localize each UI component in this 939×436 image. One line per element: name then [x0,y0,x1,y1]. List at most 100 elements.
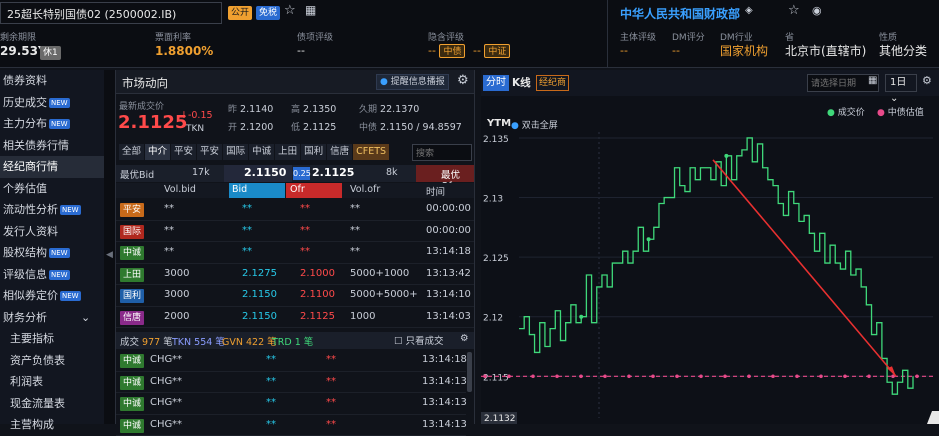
ytm-chart[interactable]: 2.1152.122.1252.132.1352.1132 [481,130,939,424]
sidebar-item[interactable]: 财务分析⌄ [0,307,104,329]
trade-settings-icon[interactable]: ⚙ [460,333,469,344]
low-price: 低 2.1125 [291,120,336,133]
trade-row[interactable]: 中诚CHG******13:14:18 [116,350,466,372]
tab-fenshi[interactable]: 分时 [483,75,509,91]
dm-rating-label: DM评分 [672,30,705,43]
orderbook-row[interactable]: 平安********00:00:00 [116,199,474,221]
chart-panel: 分时 K线 经纪商 ▦ 1日 ⌄ ⚙ YTM ● 双击全屏 ● 成交价 ● 中债… [481,70,939,424]
orderbook-row[interactable]: 信唐20002.11502.1125100013:14:03 [116,307,474,329]
bid-price: ** [242,203,252,214]
sidebar-item[interactable]: 相似券定价NEW [0,285,104,307]
orderbook-row[interactable]: 国利30002.11502.11005000+5000+13:14:10 [116,285,474,307]
sidebar-item-label: 相似券定价 [3,289,58,302]
chevron-down-icon[interactable]: ⌄ [81,311,90,324]
y-tick-label: 2.125 [483,254,509,264]
mid-valuation-point [579,374,583,378]
issuer-star-icon[interactable]: ☆ [788,3,800,18]
broker-tab[interactable]: 中介 [145,144,170,160]
sidebar-item[interactable]: 评级信息NEW [0,264,104,286]
period-select[interactable]: 1日 ⌄ [885,74,917,92]
sidebar-item[interactable]: 个券估值 [0,178,104,200]
sidebar-item[interactable]: 流动性分析NEW [0,199,104,221]
sidebar-item[interactable]: 现金流量表 [0,393,104,415]
bid-price: 2.1275 [242,268,277,279]
sidebar-item[interactable]: 主要指标 [0,328,104,350]
price-side: TKN [186,124,204,134]
new-badge: NEW [49,119,70,129]
issuer-info-icon[interactable]: ◉ [812,4,822,17]
tag-taxfree: 免税 [256,6,280,20]
sidebar-item[interactable]: 发行人资料 [0,221,104,243]
divider [607,0,608,68]
mid-valuation-point [531,374,535,378]
sidebar-item-label: 主要指标 [10,332,54,345]
broker-search-input[interactable] [412,144,472,161]
ofr-price: 2.1000 [300,268,335,279]
alert-button[interactable]: ● 提醒信息播报 [376,74,449,90]
broker-tab[interactable]: 全部 [119,144,144,160]
vol-ofr: ** [350,225,360,236]
legend-trade: ● 成交价 [827,105,865,118]
broker-chip: 国利 [120,289,144,303]
vol-bid: 2000 [164,311,189,322]
trade-time: 13:14:13 [422,419,467,430]
trade-price-point [579,315,583,319]
calendar-icon[interactable]: ▦ [868,75,877,86]
trade-bid: ** [266,397,276,408]
quote-time: 00:00:00 [426,203,471,214]
trade-row[interactable]: 中诚CHG******13:14:13 [116,372,466,394]
trade-ofr: ** [326,419,336,430]
mid-valuation-point [483,374,487,378]
sidebar-item[interactable]: 股权结构NEW [0,242,104,264]
remaining-label: 剩余期限 [0,30,36,43]
tab-broker[interactable]: 经纪商 [536,75,569,91]
broker-tab[interactable]: 上田 [275,144,300,160]
collapse-arrow-icon[interactable]: ◀ [106,250,113,260]
new-badge: NEW [49,98,70,108]
sidebar-item[interactable]: 主营构成 [0,414,104,436]
latest-price-label: 最新成交价 [119,99,164,112]
orderbook-row[interactable]: 中诚********13:14:18 [116,242,474,264]
sidebar-splitter[interactable]: ◀ [104,70,115,424]
orderbook-row[interactable]: 国际********00:00:00 [116,221,474,243]
orderbook-row[interactable]: 上田30002.12752.10005000+100013:13:42 [116,264,474,286]
trade-row[interactable]: 中诚CHG******13:14:13 [116,393,466,415]
mid-valuation-point [867,374,871,378]
calculator-icon[interactable]: ▦ [305,3,316,17]
sidebar-item[interactable]: 历史成交NEW [0,92,104,114]
remaining-tag: 休1 [40,46,61,60]
sidebar-item[interactable]: 利润表 [0,371,104,393]
broker-tab[interactable]: CFETS [353,144,389,160]
issuer-rating-value: -- [620,44,628,57]
bid-price: ** [242,246,252,257]
sidebar-item[interactable]: 相关债券行情 [0,135,104,157]
broker-tab[interactable]: 平安 [171,144,196,160]
broker-tab[interactable]: 国利 [301,144,326,160]
sidebar-item[interactable]: 债券资料 [0,70,104,92]
sidebar-item[interactable]: 主力分布NEW [0,113,104,135]
broker-tab[interactable]: 国际 [223,144,248,160]
trade-vol: ** [172,397,182,408]
broker-chip: 平安 [120,203,144,217]
sidebar-item[interactable]: 经纪商行情 [0,156,104,178]
broker-tab[interactable]: 平安 [197,144,222,160]
new-badge: NEW [60,291,81,301]
trade-row[interactable]: 中诚CHG******13:14:13 [116,415,466,436]
sidebar-item-label: 资产负债表 [10,354,65,367]
y-tick-label: 2.13 [483,195,503,205]
broker-tab[interactable]: 信唐 [327,144,352,160]
issuer-name[interactable]: 中华人民共和国财政部 [620,5,740,22]
tab-kline[interactable]: K线 [512,75,531,90]
new-badge: NEW [60,205,81,215]
bond-title-field[interactable]: 25超长特别国债02 (2500002.IB) [0,2,222,24]
only-trades-checkbox[interactable]: ☐ 只看成交 [394,333,444,347]
broker-tab[interactable]: 中诚 [249,144,274,160]
sidebar-item[interactable]: 资产负债表 [0,350,104,372]
mid-valuation-point [555,374,559,378]
vol-bid: 3000 [164,289,189,300]
chart-settings-icon[interactable]: ⚙ [922,74,932,87]
trades-scrollbar[interactable] [467,352,472,392]
settings-gear-icon[interactable]: ⚙ [457,73,469,88]
star-icon[interactable]: ☆ [284,3,296,18]
trade-vol: ** [172,376,182,387]
